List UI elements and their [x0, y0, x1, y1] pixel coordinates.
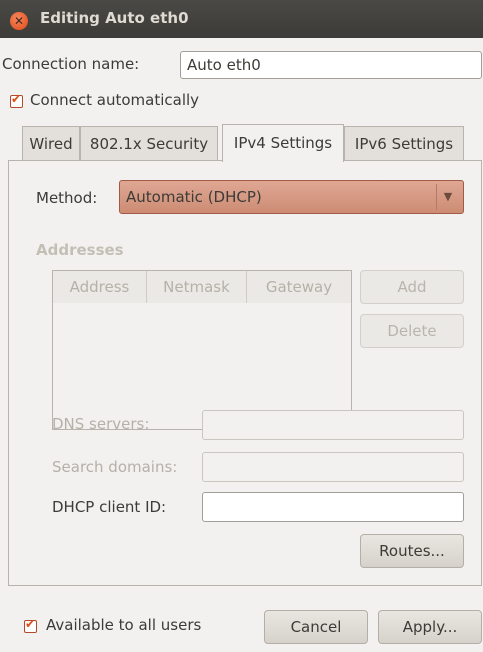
search-domains-input[interactable]: [202, 452, 464, 482]
connect-automatically-checkbox[interactable]: [10, 92, 23, 108]
tab-8021x-security[interactable]: 802.1x Security: [80, 126, 218, 160]
addresses-table[interactable]: Address Netmask Gateway: [52, 270, 352, 430]
window-title: Editing Auto eth0: [40, 9, 189, 27]
dns-servers-label: DNS servers:: [52, 415, 150, 433]
column-netmask[interactable]: Netmask: [147, 271, 247, 303]
chevron-down-icon: ▼: [436, 184, 459, 210]
routes-button[interactable]: Routes...: [360, 534, 464, 568]
method-select[interactable]: Automatic (DHCP) ▼: [119, 180, 464, 214]
method-value: Automatic (DHCP): [126, 188, 262, 206]
column-gateway[interactable]: Gateway: [247, 271, 351, 303]
tab-ipv6-settings[interactable]: IPv6 Settings: [344, 126, 464, 160]
search-domains-label: Search domains:: [52, 458, 178, 476]
delete-button[interactable]: Delete: [360, 314, 464, 348]
method-label: Method:: [36, 189, 98, 207]
tab-wired[interactable]: Wired: [22, 126, 80, 160]
dhcp-client-id-input[interactable]: [202, 492, 464, 522]
close-icon[interactable]: ✕: [10, 12, 28, 30]
cancel-button[interactable]: Cancel: [264, 610, 368, 644]
connection-name-input[interactable]: Auto eth0: [180, 51, 482, 79]
available-to-all-users-label: Available to all users: [46, 616, 202, 634]
dns-servers-input[interactable]: [202, 410, 464, 440]
column-address[interactable]: Address: [53, 271, 147, 303]
add-button[interactable]: Add: [360, 270, 464, 304]
addresses-heading: Addresses: [36, 241, 124, 259]
connection-name-label: Connection name:: [2, 55, 140, 73]
apply-button[interactable]: Apply...: [378, 610, 482, 644]
tab-ipv4-settings[interactable]: IPv4 Settings: [222, 124, 344, 162]
connect-automatically-label: Connect automatically: [30, 91, 200, 109]
available-to-all-users-checkbox[interactable]: [24, 617, 37, 633]
dhcp-client-id-label: DHCP client ID:: [52, 498, 167, 516]
title-bar: ✕ Editing Auto eth0: [0, 0, 483, 38]
